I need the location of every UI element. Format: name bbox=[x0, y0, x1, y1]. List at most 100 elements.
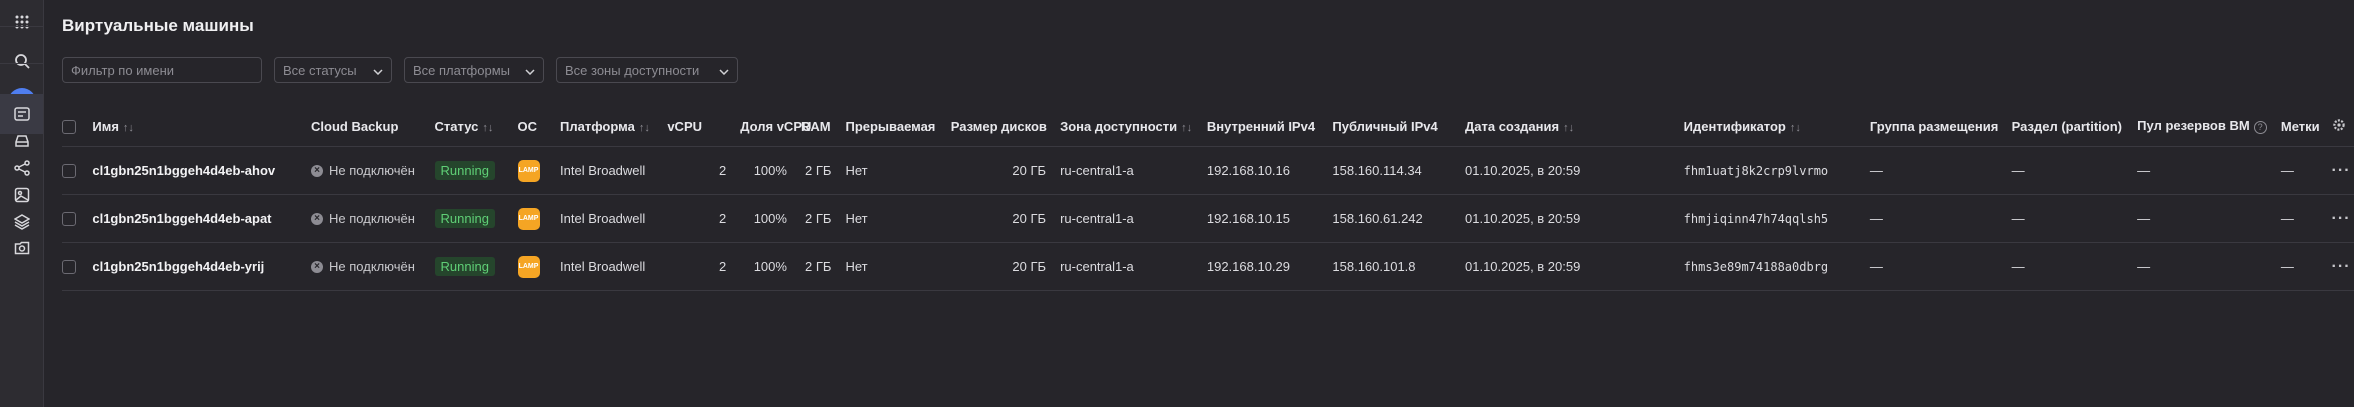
vm-name-link[interactable]: cl1gbn25n1bggeh4d4eb-ahov bbox=[92, 163, 275, 178]
col-created-label: Дата создания bbox=[1465, 118, 1560, 134]
status-badge: Running bbox=[434, 257, 495, 276]
col-name[interactable]: Имя ↑↓ bbox=[92, 106, 312, 147]
preemptible-cell: Нет bbox=[845, 242, 951, 291]
backup-status-label: Не подключён bbox=[329, 211, 415, 226]
status-badge: Running bbox=[434, 209, 495, 228]
id-cell: fhm1uatj8k2crp9lvrmo bbox=[1683, 146, 1870, 195]
col-reserve-pool-label: Пул резервов ВМ bbox=[2137, 118, 2250, 134]
ram-cell: 2 ГБ bbox=[800, 194, 846, 243]
status-filter-value: Все статусы bbox=[283, 62, 357, 78]
platform-cell: Intel Broadwell bbox=[560, 194, 668, 243]
col-name-label: Имя bbox=[92, 118, 119, 134]
sort-icon[interactable]: ↑↓ bbox=[1563, 122, 1574, 134]
platform-cell: Intel Broadwell bbox=[560, 146, 668, 195]
col-vcpu: vCPU bbox=[667, 106, 741, 147]
col-partition: Раздел (partition) bbox=[2011, 106, 2138, 147]
more-actions-icon[interactable]: ··· bbox=[2332, 162, 2351, 179]
sort-icon[interactable]: ↑↓ bbox=[639, 122, 650, 134]
zone-cell: ru-central1-a bbox=[1060, 146, 1207, 195]
name-filter-input[interactable]: Фильтр по имени bbox=[62, 57, 262, 83]
help-icon[interactable]: ? bbox=[2253, 120, 2267, 134]
disk-size-cell: 20 ГБ bbox=[950, 194, 1061, 243]
sort-icon[interactable]: ↑↓ bbox=[1181, 122, 1192, 134]
col-ram: RAM bbox=[800, 106, 846, 147]
created-cell: 01.10.2025, в 20:59 bbox=[1465, 242, 1684, 291]
platform-filter-value: Все платформы bbox=[413, 62, 510, 78]
col-os: ОС bbox=[517, 106, 561, 147]
reserve-pool-cell: — bbox=[2137, 146, 2281, 195]
vm-table: Имя ↑↓ Cloud Backup Статус ↑↓ ОС Платформа… bbox=[62, 106, 2354, 291]
row-checkbox-cell bbox=[62, 242, 93, 291]
backup-status: × Не подключён bbox=[311, 259, 435, 274]
col-zone[interactable]: Зона доступности ↑↓ bbox=[1060, 106, 1207, 147]
os-icon-label: LAMP bbox=[518, 263, 539, 270]
col-partition-label: Раздел (partition) bbox=[2011, 118, 2122, 134]
col-internal-ip-label: Внутренний IPv4 bbox=[1206, 118, 1316, 134]
public-ip-cell: 158.160.114.34 bbox=[1332, 146, 1465, 195]
apps-grid-icon[interactable] bbox=[0, 2, 43, 42]
created-cell: 01.10.2025, в 20:59 bbox=[1465, 194, 1684, 243]
sort-icon[interactable]: ↑↓ bbox=[482, 122, 493, 134]
col-created[interactable]: Дата создания ↑↓ bbox=[1465, 106, 1684, 147]
col-internal-ip: Внутренний IPv4 bbox=[1206, 106, 1333, 147]
zone-filter-value: Все зоны доступности bbox=[565, 62, 700, 78]
vm-name-link[interactable]: cl1gbn25n1bggeh4d4eb-yrij bbox=[92, 259, 264, 274]
id-cell: fhms3e89m74188a0dbrg bbox=[1683, 242, 1870, 291]
table-row[interactable]: cl1gbn25n1bggeh4d4eb-apat × Не подключён … bbox=[62, 194, 2354, 243]
col-vcpu-label: vCPU bbox=[667, 118, 703, 134]
row-checkbox[interactable] bbox=[62, 260, 76, 275]
col-os-label: ОС bbox=[517, 118, 538, 134]
more-actions-icon[interactable]: ··· bbox=[2332, 210, 2351, 227]
placement-group-cell: — bbox=[1869, 194, 2012, 243]
col-public-ip-label: Публичный IPv4 bbox=[1332, 118, 1438, 134]
row-checkbox[interactable] bbox=[62, 212, 76, 227]
search-icon[interactable] bbox=[0, 41, 43, 81]
reserve-pool-cell: — bbox=[2137, 194, 2281, 243]
table-row[interactable]: cl1gbn25n1bggeh4d4eb-yrij × Не подключён … bbox=[62, 242, 2354, 291]
platform-cell: Intel Broadwell bbox=[560, 242, 668, 291]
chevron-down-icon bbox=[373, 63, 383, 78]
col-labels-label: Метки bbox=[2280, 118, 2320, 134]
lamp-os-icon: LAMP bbox=[517, 255, 540, 278]
sort-icon[interactable]: ↑↓ bbox=[123, 122, 134, 134]
platform-filter-select[interactable]: Все платформы bbox=[404, 57, 544, 83]
col-reserve-pool: Пул резервов ВМ? bbox=[2137, 106, 2281, 147]
table-header-row: Имя ↑↓ Cloud Backup Статус ↑↓ ОС Платформа… bbox=[62, 106, 2354, 147]
col-id[interactable]: Идентификатор ↑↓ bbox=[1683, 106, 1870, 147]
column-settings-cell bbox=[2331, 106, 2354, 147]
col-status[interactable]: Статус ↑↓ bbox=[434, 106, 518, 147]
col-preemptible-label: Прерываемая bbox=[845, 118, 936, 134]
status-filter-select[interactable]: Все статусы bbox=[274, 57, 392, 83]
created-cell: 01.10.2025, в 20:59 bbox=[1465, 146, 1684, 195]
col-preemptible: Прерываемая bbox=[845, 106, 951, 147]
status-badge: Running bbox=[434, 161, 495, 180]
public-ip-cell: 158.160.61.242 bbox=[1332, 194, 1465, 243]
zone-filter-select[interactable]: Все зоны доступности bbox=[556, 57, 738, 83]
col-zone-label: Зона доступности bbox=[1060, 118, 1178, 134]
disk-size-cell: 20 ГБ bbox=[950, 146, 1061, 195]
lamp-os-icon: LAMP bbox=[517, 207, 540, 230]
ram-cell: 2 ГБ bbox=[800, 242, 846, 291]
chevron-down-icon bbox=[719, 63, 729, 78]
table-row[interactable]: cl1gbn25n1bggeh4d4eb-ahov × Не подключён … bbox=[62, 146, 2354, 195]
internal-ip-cell: 192.168.10.15 bbox=[1206, 194, 1333, 243]
vm-name-link[interactable]: cl1gbn25n1bggeh4d4eb-apat bbox=[92, 211, 271, 226]
close-circle-icon: × bbox=[311, 164, 324, 177]
col-status-label: Статус bbox=[434, 118, 479, 134]
name-filter-placeholder: Фильтр по имени bbox=[71, 62, 175, 78]
internal-ip-cell: 192.168.10.29 bbox=[1206, 242, 1333, 291]
row-checkbox-cell bbox=[62, 194, 93, 243]
select-all-checkbox[interactable] bbox=[62, 119, 76, 134]
reserve-pool-cell: — bbox=[2137, 242, 2281, 291]
snapshot-icon[interactable] bbox=[0, 228, 43, 268]
more-actions-icon[interactable]: ··· bbox=[2332, 258, 2351, 275]
sort-icon[interactable]: ↑↓ bbox=[1790, 122, 1801, 134]
preemptible-cell: Нет bbox=[845, 194, 951, 243]
col-backup: Cloud Backup bbox=[311, 106, 435, 147]
zone-cell: ru-central1-a bbox=[1060, 242, 1207, 291]
id-cell: fhmjiqinn47h74qqlsh5 bbox=[1683, 194, 1870, 243]
col-platform[interactable]: Платформа ↑↓ bbox=[560, 106, 668, 147]
col-platform-label: Платформа bbox=[560, 118, 635, 134]
gear-icon[interactable] bbox=[2332, 118, 2346, 135]
row-checkbox[interactable] bbox=[62, 164, 76, 179]
